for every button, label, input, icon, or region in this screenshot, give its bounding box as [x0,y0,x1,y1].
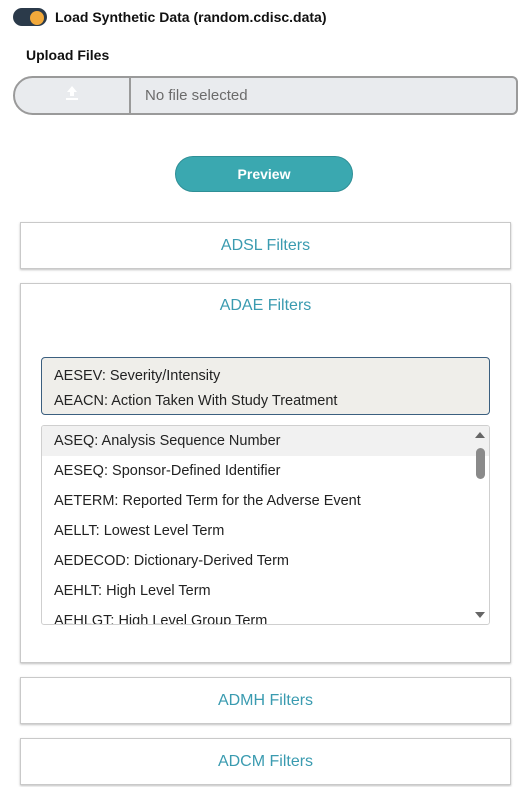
upload-button[interactable] [13,76,131,115]
selected-variables-input[interactable]: AESEV: Severity/Intensity AEACN: Action … [41,357,490,415]
admh-filters-panel[interactable]: ADMH Filters [20,677,511,724]
adsl-filters-title[interactable]: ADSL Filters [21,223,510,268]
synthetic-data-toggle-row: Load Synthetic Data (random.cdisc.data) [13,8,327,26]
upload-icon [64,85,80,106]
adae-filters-title[interactable]: ADAE Filters [21,297,510,315]
admh-filters-title[interactable]: ADMH Filters [21,678,510,723]
adcm-filters-panel[interactable]: ADCM Filters [20,738,511,785]
scroll-up-arrow-icon[interactable] [475,432,485,438]
selected-item[interactable]: AESEV: Severity/Intensity [54,364,477,389]
synthetic-data-toggle[interactable] [13,8,47,26]
upload-files-title: Upload Files [26,47,110,63]
scroll-down-arrow-icon[interactable] [475,612,485,618]
dropdown-option[interactable]: AESEQ: Sponsor-Defined Identifier [42,456,489,486]
file-upload: No file selected [13,76,518,115]
dropdown-option[interactable]: ASEQ: Analysis Sequence Number [42,426,489,456]
app-page: Load Synthetic Data (random.cdisc.data) … [0,0,532,787]
dropdown-option[interactable]: AEHLGT: High Level Group Term [42,606,489,624]
dropdown-option[interactable]: AEDECOD: Dictionary-Derived Term [42,546,489,576]
dropdown-option[interactable]: AELLT: Lowest Level Term [42,516,489,546]
dropdown-scrollbar[interactable] [471,426,489,624]
variable-options-dropdown[interactable]: ASEQ: Analysis Sequence Number AESEQ: Sp… [41,425,490,625]
synthetic-data-label: Load Synthetic Data (random.cdisc.data) [55,9,327,25]
adcm-filters-title[interactable]: ADCM Filters [21,739,510,784]
adae-filters-panel: ADAE Filters AESEV: Severity/Intensity A… [20,283,511,663]
dropdown-option[interactable]: AEHLT: High Level Term [42,576,489,606]
file-name-field[interactable]: No file selected [131,76,518,115]
toggle-knob [30,11,44,25]
scroll-thumb[interactable] [476,448,485,479]
selected-item[interactable]: AEACN: Action Taken With Study Treatment [54,389,477,414]
dropdown-option[interactable]: AETERM: Reported Term for the Adverse Ev… [42,486,489,516]
adsl-filters-panel[interactable]: ADSL Filters [20,222,511,269]
preview-button[interactable]: Preview [175,156,353,192]
